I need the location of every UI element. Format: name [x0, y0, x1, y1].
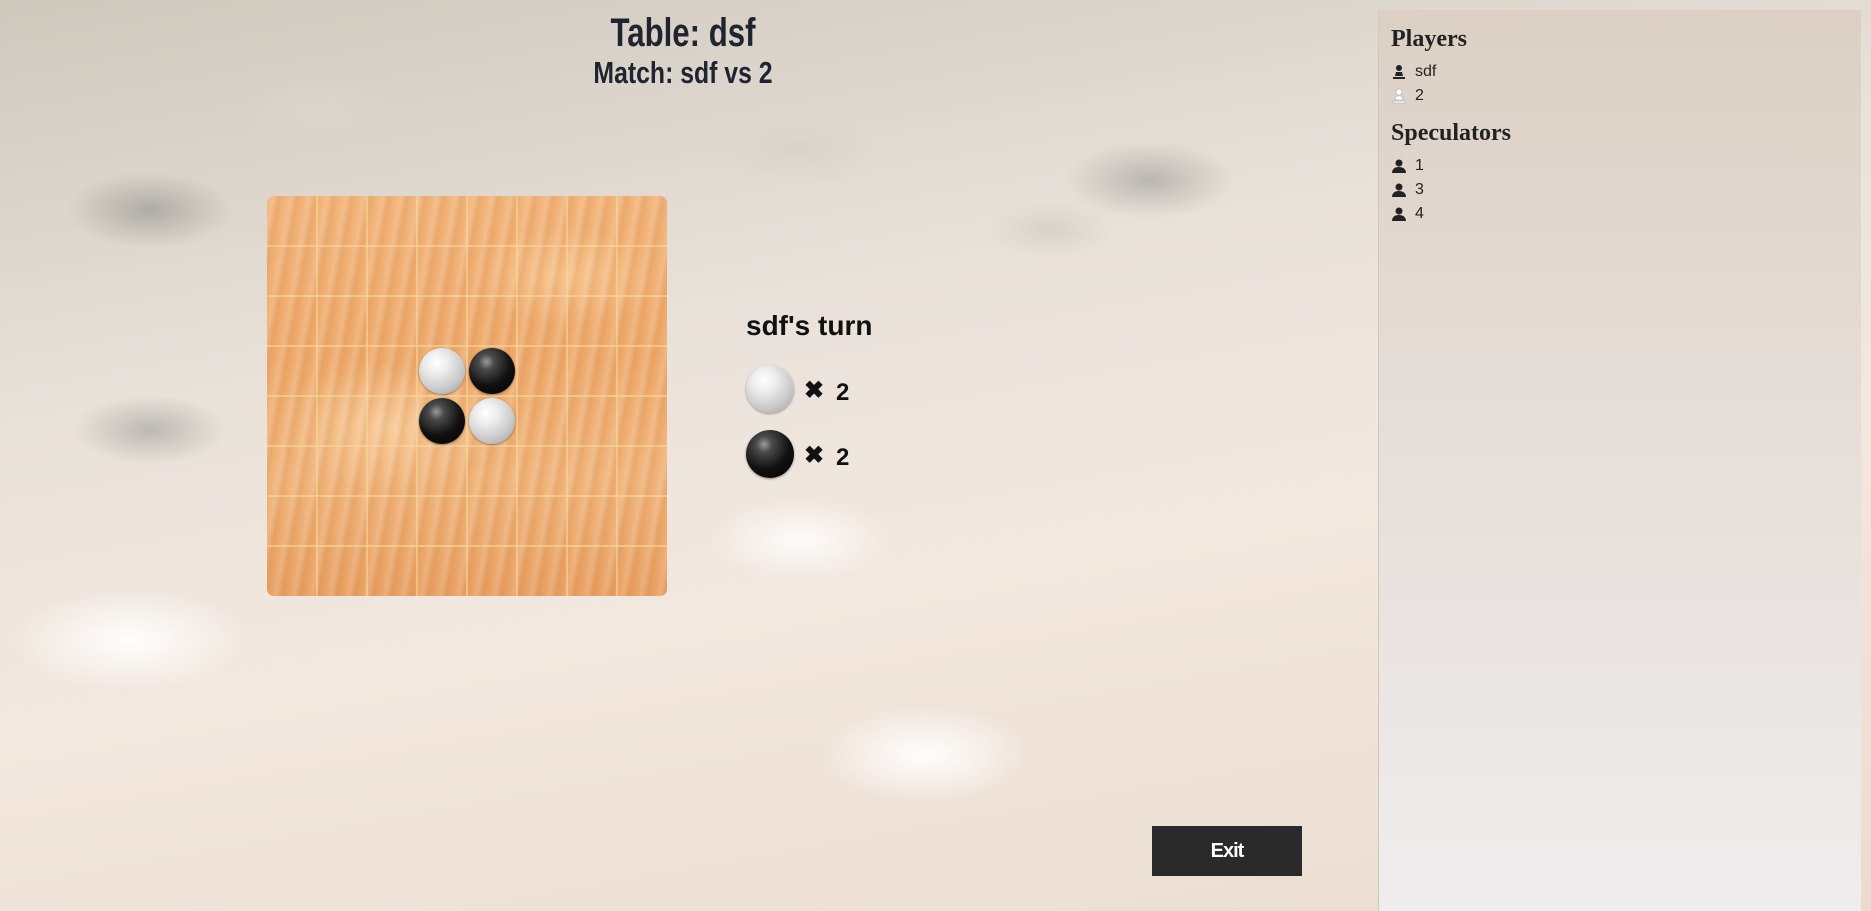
white-score: ✖ 2 [746, 365, 872, 430]
player-name: 2 [1415, 87, 1424, 104]
board-grid [267, 196, 667, 596]
user-icon [1391, 206, 1407, 222]
white-stone [469, 398, 515, 444]
black-stone-icon [746, 430, 794, 478]
exit-button[interactable]: Exit [1152, 826, 1302, 876]
speculator-name: 3 [1415, 181, 1424, 198]
speculator-item: 3 [1391, 178, 1849, 202]
header: Table: dsf Match: sdf vs 2 [500, 10, 866, 90]
speculator-name: 1 [1415, 157, 1424, 174]
player-item: 2 [1391, 84, 1849, 108]
speculator-item: 1 [1391, 154, 1849, 178]
user-icon [1391, 158, 1407, 174]
speculators-list: 1 3 4 [1391, 154, 1849, 226]
player-item: sdf [1391, 60, 1849, 84]
speculator-name: 4 [1415, 205, 1424, 222]
times-icon: ✖ [804, 377, 825, 404]
game-board[interactable] [267, 196, 667, 596]
white-stone-icon [746, 365, 794, 413]
sidebar: Players sdf 2 Speculators 1 3 4 [1378, 10, 1861, 911]
speculators-heading: Speculators [1391, 120, 1511, 146]
status-panel: sdf's turn ✖ 2 ✖ 2 [746, 306, 872, 495]
table-title: Table: dsf [610, 11, 756, 55]
speculator-item: 4 [1391, 202, 1849, 226]
players-list: sdf 2 [1391, 60, 1849, 108]
user-icon [1391, 182, 1407, 198]
black-stone [419, 398, 465, 444]
white-stone [419, 348, 465, 394]
white-count: 2 [836, 379, 850, 406]
player-name: sdf [1415, 63, 1437, 80]
black-score: ✖ 2 [746, 430, 872, 495]
black-count: 2 [836, 444, 850, 471]
match-title: Match: sdf vs 2 [593, 55, 773, 90]
times-icon: ✖ [804, 442, 825, 469]
white-pawn-icon [1391, 88, 1407, 104]
black-stone [469, 348, 515, 394]
black-pawn-icon [1391, 64, 1407, 80]
turn-indicator: sdf's turn [746, 310, 873, 341]
players-heading: Players [1391, 26, 1467, 52]
